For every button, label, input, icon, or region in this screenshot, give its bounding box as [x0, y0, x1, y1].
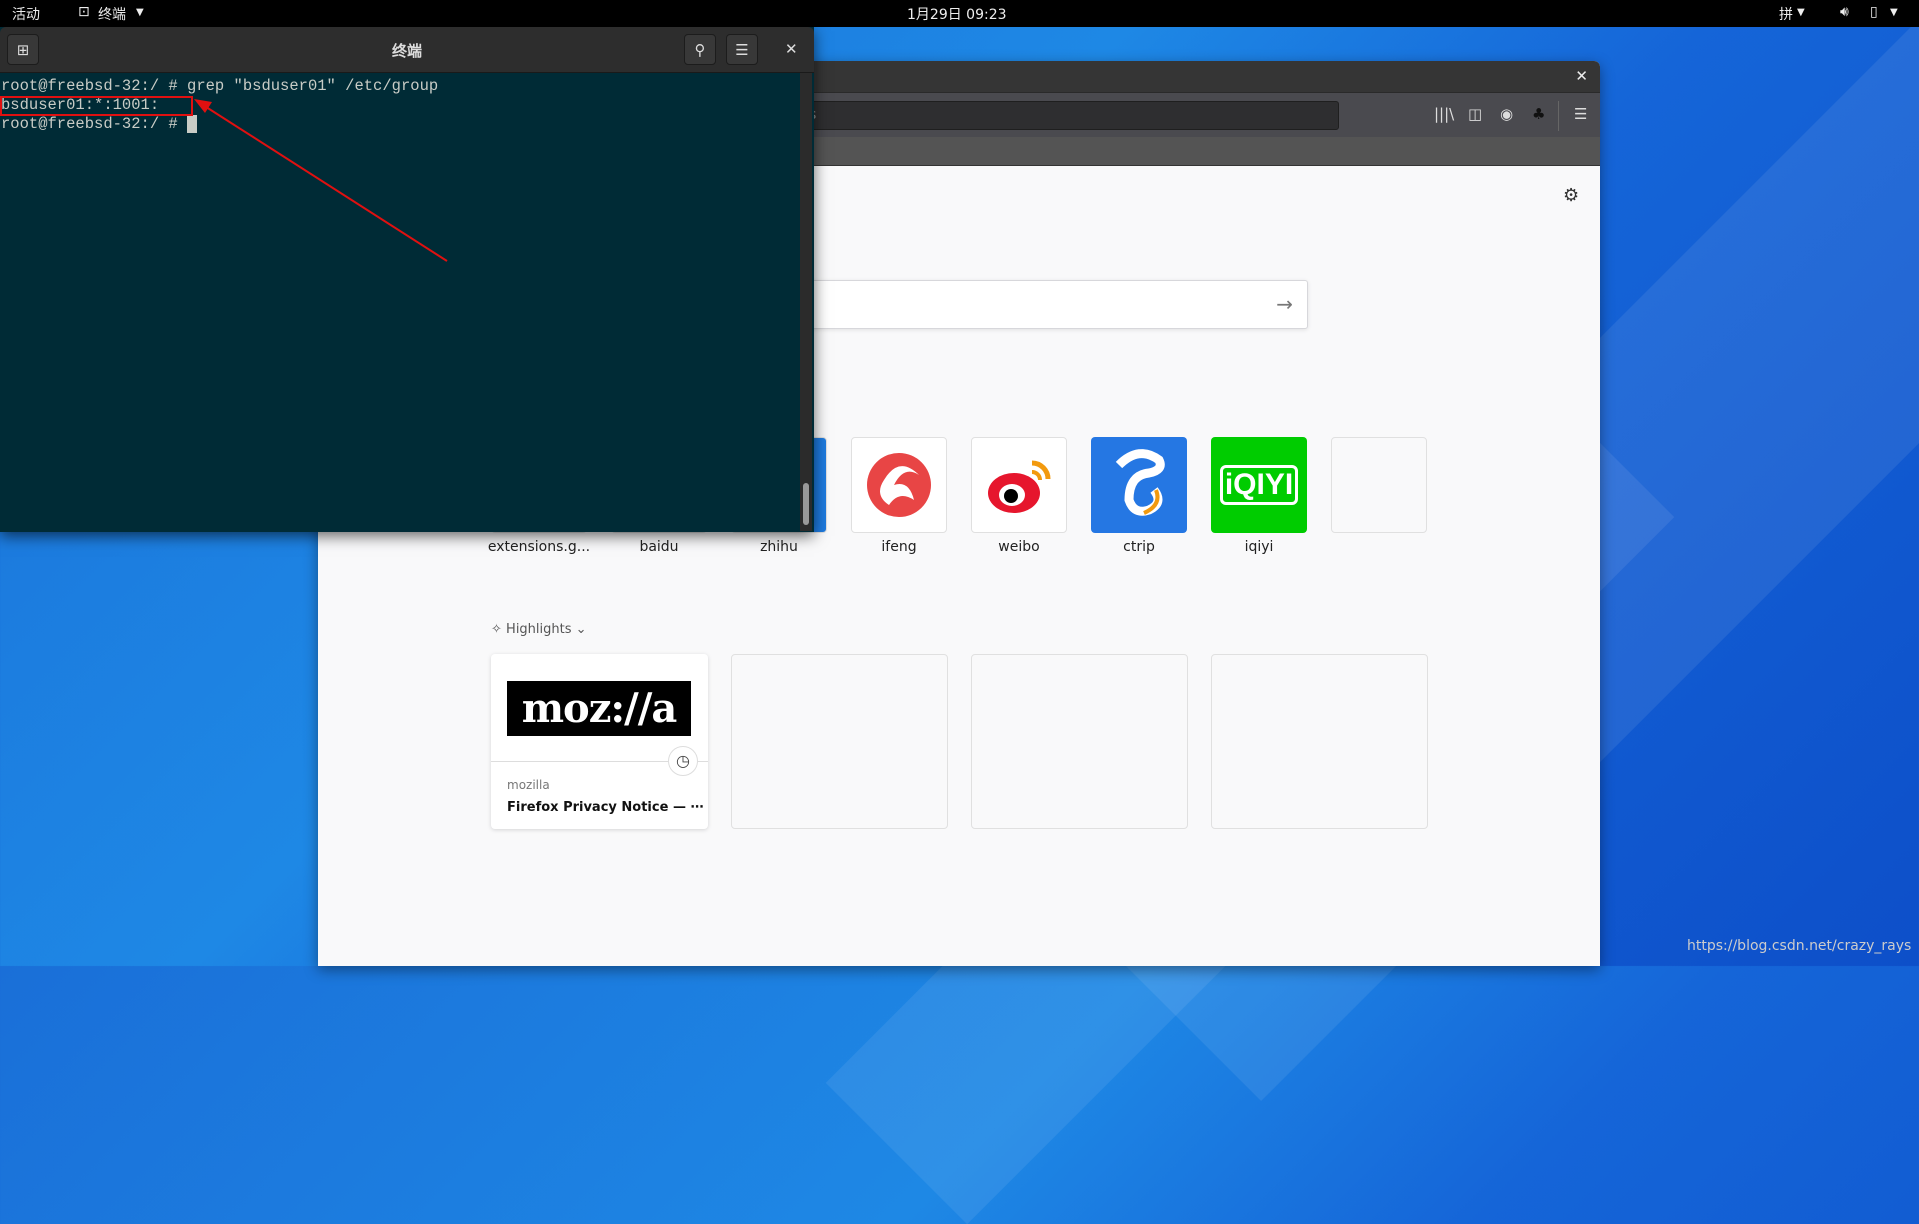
terminal-prompt: root@freebsd-32:/ #	[1, 115, 188, 133]
annotation-box	[0, 96, 193, 116]
menu-button[interactable]: ☰	[726, 34, 758, 65]
chevron-down-icon: ▼	[1890, 7, 1898, 18]
clock-icon: ◷	[668, 746, 698, 776]
highlight-card[interactable]: moz://a ◷ mozilla Firefox Privacy Notice…	[491, 654, 708, 829]
topsite-label: iqiyi	[1244, 539, 1274, 555]
volume-icon[interactable]: 🔊︎	[1840, 4, 1849, 20]
sidebar-icon[interactable]: ◫	[1468, 105, 1482, 123]
highlights-icon: ✧	[491, 622, 502, 637]
watermark: https://blog.csdn.net/crazy_rays	[1687, 938, 1912, 954]
terminal-app-icon: ⊡	[78, 4, 90, 20]
terminal-window: ⊞ 终端 ⚲ ☰ ✕ root@freebsd-32:/ # grep "bsd…	[0, 27, 814, 532]
card-site: mozilla	[507, 778, 550, 792]
topsite-empty[interactable]	[1331, 437, 1427, 533]
menu-icon[interactable]: ☰	[1574, 105, 1587, 123]
terminal-line: root@freebsd-32:/ # grep "bsduser01" /et…	[1, 77, 439, 95]
card-title: Firefox Privacy Notice — ⋯	[507, 800, 704, 815]
highlight-placeholder	[731, 654, 948, 829]
topsite-label: ctrip	[1123, 539, 1155, 555]
close-icon[interactable]: ✕	[1575, 67, 1588, 85]
chevron-down-icon: ⌄	[575, 622, 587, 637]
gear-icon[interactable]: ⚙	[1563, 185, 1579, 206]
library-icon[interactable]: |||\	[1434, 105, 1454, 123]
terminal-output[interactable]: root@freebsd-32:/ # grep "bsduser01" /et…	[0, 73, 814, 531]
highlight-placeholder	[1211, 654, 1428, 829]
weibo-logo-icon	[988, 460, 1051, 513]
topsite-label: weibo	[998, 539, 1040, 555]
account-icon[interactable]: ◉	[1500, 105, 1513, 123]
search-icon: ⚲	[694, 40, 706, 59]
battery-icon[interactable]: ▯	[1870, 4, 1878, 20]
topsite-label: extensions.g...	[487, 539, 591, 555]
topsite-weibo[interactable]	[971, 437, 1067, 533]
topsite-iqiyi[interactable]: iQIYI	[1211, 437, 1307, 533]
app-menu[interactable]: 终端	[98, 4, 126, 24]
topsite-label: zhihu	[760, 539, 798, 555]
ifeng-logo-icon	[867, 453, 931, 517]
topsite-label: ifeng	[881, 539, 917, 555]
highlights-label: Highlights	[506, 622, 572, 637]
close-icon[interactable]: ✕	[785, 40, 798, 58]
search-button[interactable]: ⚲	[684, 34, 716, 65]
arrow-right-icon[interactable]: →	[1276, 292, 1293, 316]
highlights-header[interactable]: ✧ Highlights ⌄	[491, 622, 587, 637]
clock[interactable]: 1月29日 09:23	[907, 4, 1007, 24]
ctrip-logo-icon	[1115, 449, 1165, 516]
mozilla-logo: moz://a	[507, 681, 691, 736]
input-method[interactable]: 拼	[1779, 4, 1793, 24]
activities-button[interactable]: 活动	[12, 4, 40, 24]
terminal-headerbar: ⊞ 终端 ⚲ ☰ ✕	[0, 27, 814, 73]
chevron-down-icon: ▼	[136, 7, 144, 18]
topsite-ifeng[interactable]	[851, 437, 947, 533]
cursor	[187, 115, 198, 133]
chevron-down-icon: ▼	[1797, 7, 1805, 18]
topsite-label: baidu	[639, 539, 679, 555]
topsite-ctrip[interactable]	[1091, 437, 1187, 533]
highlight-placeholder	[971, 654, 1188, 829]
scrollbar[interactable]	[800, 73, 812, 531]
iqiyi-logo-icon: iQIYI	[1219, 465, 1299, 505]
top-bar: 活动 ⊡ 终端 ▼ 1月29日 09:23 拼 ▼ 🔊︎ ▯ ▼	[0, 0, 1919, 27]
gnome-extension-icon[interactable]: ♣	[1532, 105, 1545, 123]
menu-icon: ☰	[735, 40, 749, 59]
